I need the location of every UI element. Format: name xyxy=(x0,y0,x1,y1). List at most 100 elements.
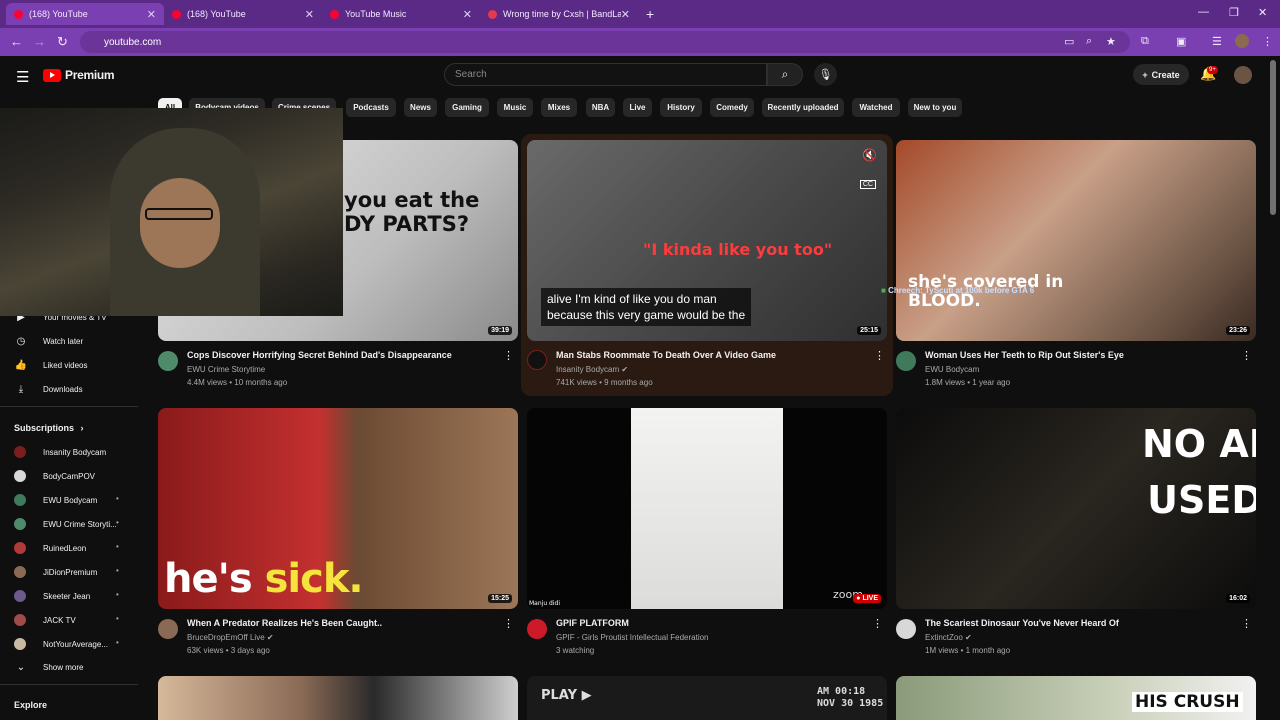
more-actions-icon[interactable]: ⋮ xyxy=(1241,349,1252,362)
chip-music[interactable]: Music xyxy=(497,98,533,117)
sidebar-item-jidionpremium[interactable]: JiDionPremium xyxy=(14,566,97,578)
chip-news[interactable]: News xyxy=(404,98,437,117)
sidebar-item-notyouraverage[interactable]: NotYourAverage... xyxy=(14,638,108,650)
zoom-icon[interactable]: ⌕ xyxy=(1086,35,1092,48)
video-card-5-live[interactable]: Manju didi zoom ● LIVE GPIF PLATFORM GPI… xyxy=(527,408,887,658)
show-more-button[interactable]: ⌄ Show more xyxy=(14,662,84,673)
bandlab-favicon-icon xyxy=(488,9,497,19)
chip-new-to-you[interactable]: New to you xyxy=(908,98,962,117)
more-actions-icon[interactable]: ⋮ xyxy=(874,349,885,362)
restore-icon[interactable]: ❐ xyxy=(1229,6,1239,19)
video-card-4[interactable]: he's sick. 15:25 When A Predator Realize… xyxy=(158,408,518,658)
video-title[interactable]: GPIF PLATFORM xyxy=(556,618,629,628)
chip-history[interactable]: History xyxy=(660,98,702,117)
video-card-3[interactable]: she's covered in BLOOD. 23:26 Woman Uses… xyxy=(896,140,1256,390)
channel-avatar[interactable] xyxy=(896,351,916,371)
video-thumbnail-row3-3[interactable]: HIS CRUSH xyxy=(896,676,1256,720)
new-tab-icon[interactable]: + xyxy=(646,6,654,22)
video-thumbnail[interactable]: Manju didi zoom ● LIVE xyxy=(527,408,887,609)
sidebar-item-ewu-bodycam[interactable]: EWU Bodycam xyxy=(14,494,97,506)
video-title[interactable]: Cops Discover Horrifying Secret Behind D… xyxy=(187,350,452,360)
close-tab-icon[interactable]: ✕ xyxy=(621,8,630,21)
video-card-6[interactable]: NO AI USED 16:02 The Scariest Dinosaur Y… xyxy=(896,408,1256,658)
channel-name[interactable]: GPIF - Girls Proutist Intellectual Feder… xyxy=(556,633,709,642)
forward-icon[interactable]: → xyxy=(33,34,46,49)
cast-icon[interactable]: ▭ xyxy=(1064,35,1074,48)
channel-name[interactable]: Insanity Bodycam ✔ xyxy=(556,365,628,374)
bookmark-star-icon[interactable]: ★ xyxy=(1106,35,1116,48)
close-tab-icon[interactable]: ✕ xyxy=(463,8,472,21)
chip-watched[interactable]: Watched xyxy=(852,98,900,117)
subscriptions-heading[interactable]: Subscriptions › xyxy=(14,423,84,433)
chip-podcasts[interactable]: Podcasts xyxy=(346,98,396,117)
channel-name[interactable]: BruceDropEmOff Live ✔ xyxy=(187,633,274,642)
channel-name[interactable]: EWU Bodycam xyxy=(925,365,979,374)
tab-youtube-music[interactable]: YouTube Music ✕ xyxy=(322,3,480,25)
channel-name[interactable]: EWU Crime Storytime xyxy=(187,365,265,374)
window-close-icon[interactable]: ✕ xyxy=(1258,6,1267,19)
account-avatar[interactable] xyxy=(1234,66,1252,84)
more-actions-icon[interactable]: ⋮ xyxy=(872,617,883,630)
reading-list-icon[interactable]: ☰ xyxy=(1212,35,1222,48)
sidebar-item-ewu-crime-storytime[interactable]: EWU Crime Storyti... xyxy=(14,518,117,530)
url-field[interactable]: youtube.com xyxy=(80,31,1130,53)
youtube-logo[interactable]: Premium xyxy=(43,68,115,82)
chip-mixes[interactable]: Mixes xyxy=(541,98,577,117)
chip-gaming[interactable]: Gaming xyxy=(445,98,489,117)
sidebar-item-liked-videos[interactable]: 👍 Liked videos xyxy=(14,360,88,371)
back-icon[interactable]: ← xyxy=(10,34,23,49)
create-button[interactable]: + Create xyxy=(1133,64,1189,85)
channel-avatar[interactable] xyxy=(158,619,178,639)
page-scrollbar[interactable] xyxy=(1270,60,1276,215)
tab-bandlab[interactable]: Wrong time by Cxsh | BandLab ✕ xyxy=(480,3,638,25)
close-tab-icon[interactable]: ✕ xyxy=(305,8,314,21)
tab-youtube-2[interactable]: (168) YouTube ✕ xyxy=(164,3,322,25)
voice-search-button[interactable]: 🎙 xyxy=(814,63,837,86)
browser-profile-avatar[interactable] xyxy=(1235,34,1249,48)
video-thumbnail-row3-2[interactable]: PLAY ▶ AM 00:18 NOV 30 1985 xyxy=(527,676,887,720)
cc-icon[interactable]: CC xyxy=(859,180,876,189)
search-button[interactable]: ⌕ xyxy=(767,63,803,86)
browser-menu-icon[interactable]: ⋮ xyxy=(1262,35,1273,48)
video-thumbnail[interactable]: NO AI USED 16:02 xyxy=(896,408,1256,609)
reload-icon[interactable]: ↻ xyxy=(57,34,68,50)
channel-avatar[interactable] xyxy=(158,351,178,371)
chip-nba[interactable]: NBA xyxy=(586,98,615,117)
tab-youtube-1[interactable]: (168) YouTube ✕ xyxy=(6,3,164,25)
extensions-icon[interactable]: ⧉ xyxy=(1141,35,1149,48)
view-count: 741K views xyxy=(556,378,597,387)
video-thumbnail[interactable]: he's sick. 15:25 xyxy=(158,408,518,609)
video-thumbnail-row3-1[interactable] xyxy=(158,676,518,720)
chip-comedy[interactable]: Comedy xyxy=(710,98,754,117)
video-thumbnail[interactable]: she's covered in BLOOD. 23:26 xyxy=(896,140,1256,341)
sidebar-item-insanity-bodycam[interactable]: Insanity Bodycam xyxy=(14,446,106,458)
sidebar-item-jack-tv[interactable]: JACK TV xyxy=(14,614,76,626)
media-icon[interactable]: ▣ xyxy=(1176,35,1186,48)
minimize-icon[interactable]: — xyxy=(1198,6,1209,18)
close-tab-icon[interactable]: ✕ xyxy=(147,8,156,21)
sidebar-item-downloads[interactable]: ⤓ Downloads xyxy=(14,384,83,395)
video-card-2-hovered[interactable]: "I kinda like you too" alive I'm kind of… xyxy=(521,134,893,396)
search-input[interactable]: Search xyxy=(444,63,767,86)
sidebar-item-bodycampov[interactable]: BodyCamPOV xyxy=(14,470,95,482)
chip-recently-uploaded[interactable]: Recently uploaded xyxy=(762,98,844,117)
channel-avatar[interactable] xyxy=(527,619,547,639)
video-title[interactable]: The Scariest Dinosaur You've Never Heard… xyxy=(925,618,1119,628)
channel-avatar[interactable] xyxy=(527,350,547,370)
chip-live[interactable]: Live xyxy=(623,98,652,117)
channel-name[interactable]: ExtinctZoo ✔ xyxy=(925,633,972,642)
video-title[interactable]: Man Stabs Roommate To Death Over A Video… xyxy=(556,350,776,360)
sidebar-item-ruinedleon[interactable]: RuinedLeon xyxy=(14,542,86,554)
hamburger-menu-icon[interactable]: ☰ xyxy=(16,68,29,86)
video-thumbnail[interactable]: "I kinda like you too" alive I'm kind of… xyxy=(527,140,887,341)
more-actions-icon[interactable]: ⋮ xyxy=(503,349,514,362)
sidebar-item-watch-later[interactable]: ◷ Watch later xyxy=(14,336,84,347)
more-actions-icon[interactable]: ⋮ xyxy=(503,617,514,630)
more-actions-icon[interactable]: ⋮ xyxy=(1241,617,1252,630)
video-meta: 4.4M views • 10 months ago xyxy=(187,378,288,387)
sidebar-item-skeeter-jean[interactable]: Skeeter Jean xyxy=(14,590,90,602)
mute-icon[interactable]: 🔇 xyxy=(862,148,877,162)
video-title[interactable]: When A Predator Realizes He's Been Caugh… xyxy=(187,618,382,628)
channel-avatar[interactable] xyxy=(896,619,916,639)
video-title[interactable]: Woman Uses Her Teeth to Rip Out Sister's… xyxy=(925,350,1124,360)
